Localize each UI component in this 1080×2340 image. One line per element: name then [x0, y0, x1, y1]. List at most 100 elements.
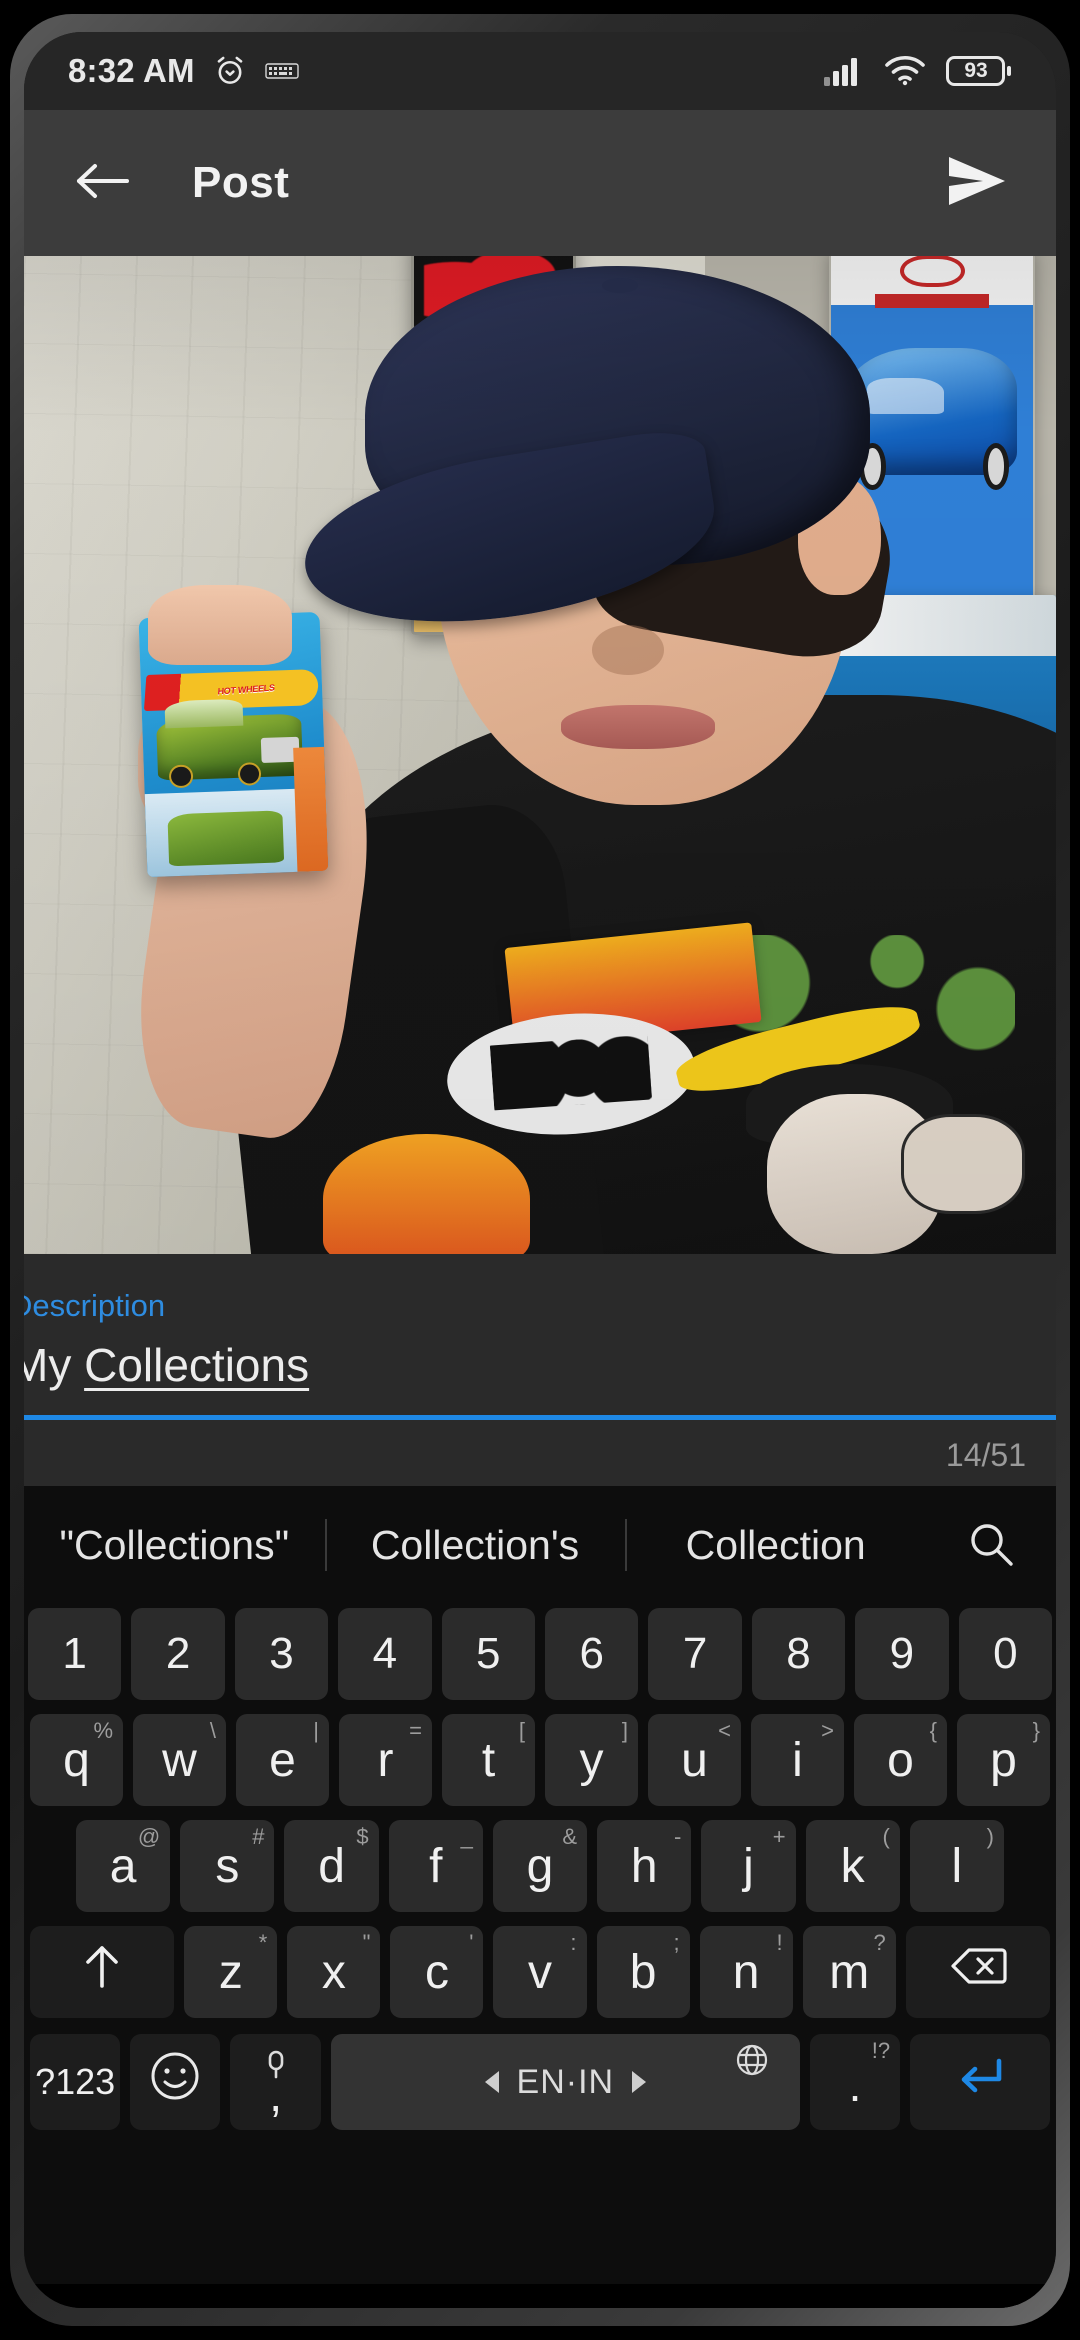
key-x[interactable]: " x	[287, 1926, 381, 2018]
key-k-main: k	[840, 1839, 865, 1893]
key-y-main: y	[579, 1733, 604, 1787]
search-icon[interactable]	[926, 1519, 1056, 1571]
key-c-sub: '	[469, 1930, 474, 1955]
key-h-main: h	[630, 1839, 658, 1893]
key-n[interactable]: ! n	[699, 1926, 793, 2018]
symbols-key[interactable]: ?123	[30, 2034, 121, 2130]
key-u-sub: <	[718, 1718, 731, 1743]
key-i-main: i	[792, 1733, 803, 1787]
space-key[interactable]: EN·IN	[330, 2034, 800, 2130]
key-j[interactable]: + j	[701, 1820, 796, 1912]
key-u[interactable]: < u	[648, 1714, 741, 1806]
key-c[interactable]: ' c	[390, 1926, 484, 2018]
key-h[interactable]: -h	[597, 1820, 692, 1912]
key-m-sub: ?	[873, 1930, 886, 1955]
key-b-main: b	[629, 1945, 657, 1999]
wifi-icon	[884, 55, 926, 87]
key-s[interactable]: # s	[180, 1820, 275, 1912]
key-w-sub: \	[209, 1718, 216, 1743]
status-bar-right: 93	[824, 55, 1012, 87]
key-d-sub: $	[356, 1824, 369, 1849]
prev-language-arrow-icon[interactable]	[484, 2071, 499, 2093]
key-y-sub: ]	[621, 1718, 628, 1743]
key-r[interactable]: = r	[339, 1714, 432, 1806]
alarm-icon	[213, 54, 247, 88]
key-8[interactable]: 8	[751, 1608, 846, 1700]
key-p[interactable]: } p	[957, 1714, 1050, 1806]
enter-key[interactable]	[910, 2034, 1050, 2130]
key-t-main: t	[481, 1733, 496, 1787]
keyboard-active-icon	[265, 59, 299, 83]
key-f[interactable]: _ f	[388, 1820, 483, 1912]
key-k[interactable]: (k	[805, 1820, 900, 1912]
key-v[interactable]: :v	[493, 1926, 587, 2018]
key-l-sub: )	[986, 1824, 994, 1849]
key-y[interactable]: ] y	[545, 1714, 638, 1806]
key-i[interactable]: > i	[751, 1714, 844, 1806]
description-input[interactable]: My Collections	[24, 1338, 309, 1392]
key-x-sub: "	[362, 1930, 371, 1955]
key-o-main: o	[887, 1733, 914, 1787]
key-2[interactable]: 2	[131, 1608, 225, 1700]
key-w-main: w	[162, 1733, 197, 1787]
comma-label: ,	[269, 2069, 282, 2121]
key-d[interactable]: $ d	[284, 1820, 379, 1912]
keyboard-row-bottom-letters: * z " x ' c :v ; b ! n ? m	[24, 1926, 1056, 2018]
key-f-sub: _	[460, 1824, 473, 1849]
key-a-main: a	[109, 1839, 137, 1893]
key-q-sub: %	[93, 1718, 113, 1743]
key-g[interactable]: & g	[492, 1820, 588, 1912]
key-c-main: c	[424, 1945, 449, 1999]
key-u-main: u	[681, 1733, 708, 1787]
key-t-sub: [	[518, 1718, 525, 1743]
key-o[interactable]: {o	[854, 1714, 947, 1806]
character-counter: 14/51	[945, 1437, 1026, 1473]
suggestion-2[interactable]: Collection	[625, 1486, 926, 1604]
status-bar-left: 8:32 AM	[68, 52, 299, 90]
period-key[interactable]: !? .	[809, 2034, 901, 2130]
phone-screen: 8:32 AM 93 Post HOT WHEELS Description M…	[24, 32, 1056, 2308]
key-z-main: z	[218, 1945, 243, 1999]
key-e[interactable]: | e	[236, 1714, 329, 1806]
key-9[interactable]: 9	[855, 1608, 949, 1700]
back-button[interactable]	[64, 145, 140, 221]
key-l[interactable]: ) l	[909, 1820, 1004, 1912]
key-6[interactable]: 6	[545, 1608, 639, 1700]
key-1[interactable]: 1	[27, 1608, 122, 1700]
key-w[interactable]: \ w	[133, 1714, 226, 1806]
suggestion-0[interactable]: "Collections"	[24, 1486, 325, 1604]
key-z[interactable]: * z	[184, 1926, 278, 2018]
key-q[interactable]: % q	[30, 1714, 123, 1806]
on-screen-keyboard: "Collections" Collection's Collection 1 …	[24, 1486, 1056, 2308]
emoji-key[interactable]	[130, 2034, 221, 2130]
key-t[interactable]: [t	[442, 1714, 535, 1806]
description-label: Description	[24, 1288, 166, 1323]
next-language-arrow-icon[interactable]	[632, 2071, 647, 2093]
key-3[interactable]: 3	[234, 1608, 329, 1700]
comma-key[interactable]: ,	[230, 2034, 321, 2130]
globe-icon[interactable]	[734, 2042, 770, 2087]
key-e-sub: |	[313, 1718, 319, 1743]
phone-bezel: 8:32 AM 93 Post HOT WHEELS Description M…	[10, 14, 1070, 2326]
key-g-sub: &	[562, 1824, 578, 1849]
person-mouth	[560, 705, 716, 749]
backspace-icon	[949, 1944, 1007, 2000]
send-button[interactable]	[936, 143, 1016, 223]
key-k-sub: (	[882, 1824, 890, 1849]
suggestion-1[interactable]: Collection's	[324, 1486, 626, 1604]
key-a[interactable]: @ a	[76, 1820, 171, 1912]
post-photo[interactable]: HOT WHEELS	[24, 256, 1056, 1254]
description-text-misspelled: Collections	[84, 1339, 310, 1391]
backspace-key[interactable]	[905, 1926, 1050, 2018]
key-o-sub: {	[929, 1718, 937, 1743]
key-5[interactable]: 5	[441, 1608, 535, 1700]
description-field[interactable]: Description My Collections 14/51	[24, 1254, 1056, 1486]
shift-key[interactable]	[30, 1926, 175, 2018]
key-7[interactable]: 7	[648, 1608, 742, 1700]
key-b[interactable]: ; b	[596, 1926, 690, 2018]
key-4[interactable]: 4	[338, 1608, 432, 1700]
key-v-sub: :	[570, 1930, 577, 1955]
key-m[interactable]: ? m	[802, 1926, 896, 2018]
key-0[interactable]: 0	[958, 1608, 1053, 1700]
description-underline	[24, 1415, 1056, 1420]
